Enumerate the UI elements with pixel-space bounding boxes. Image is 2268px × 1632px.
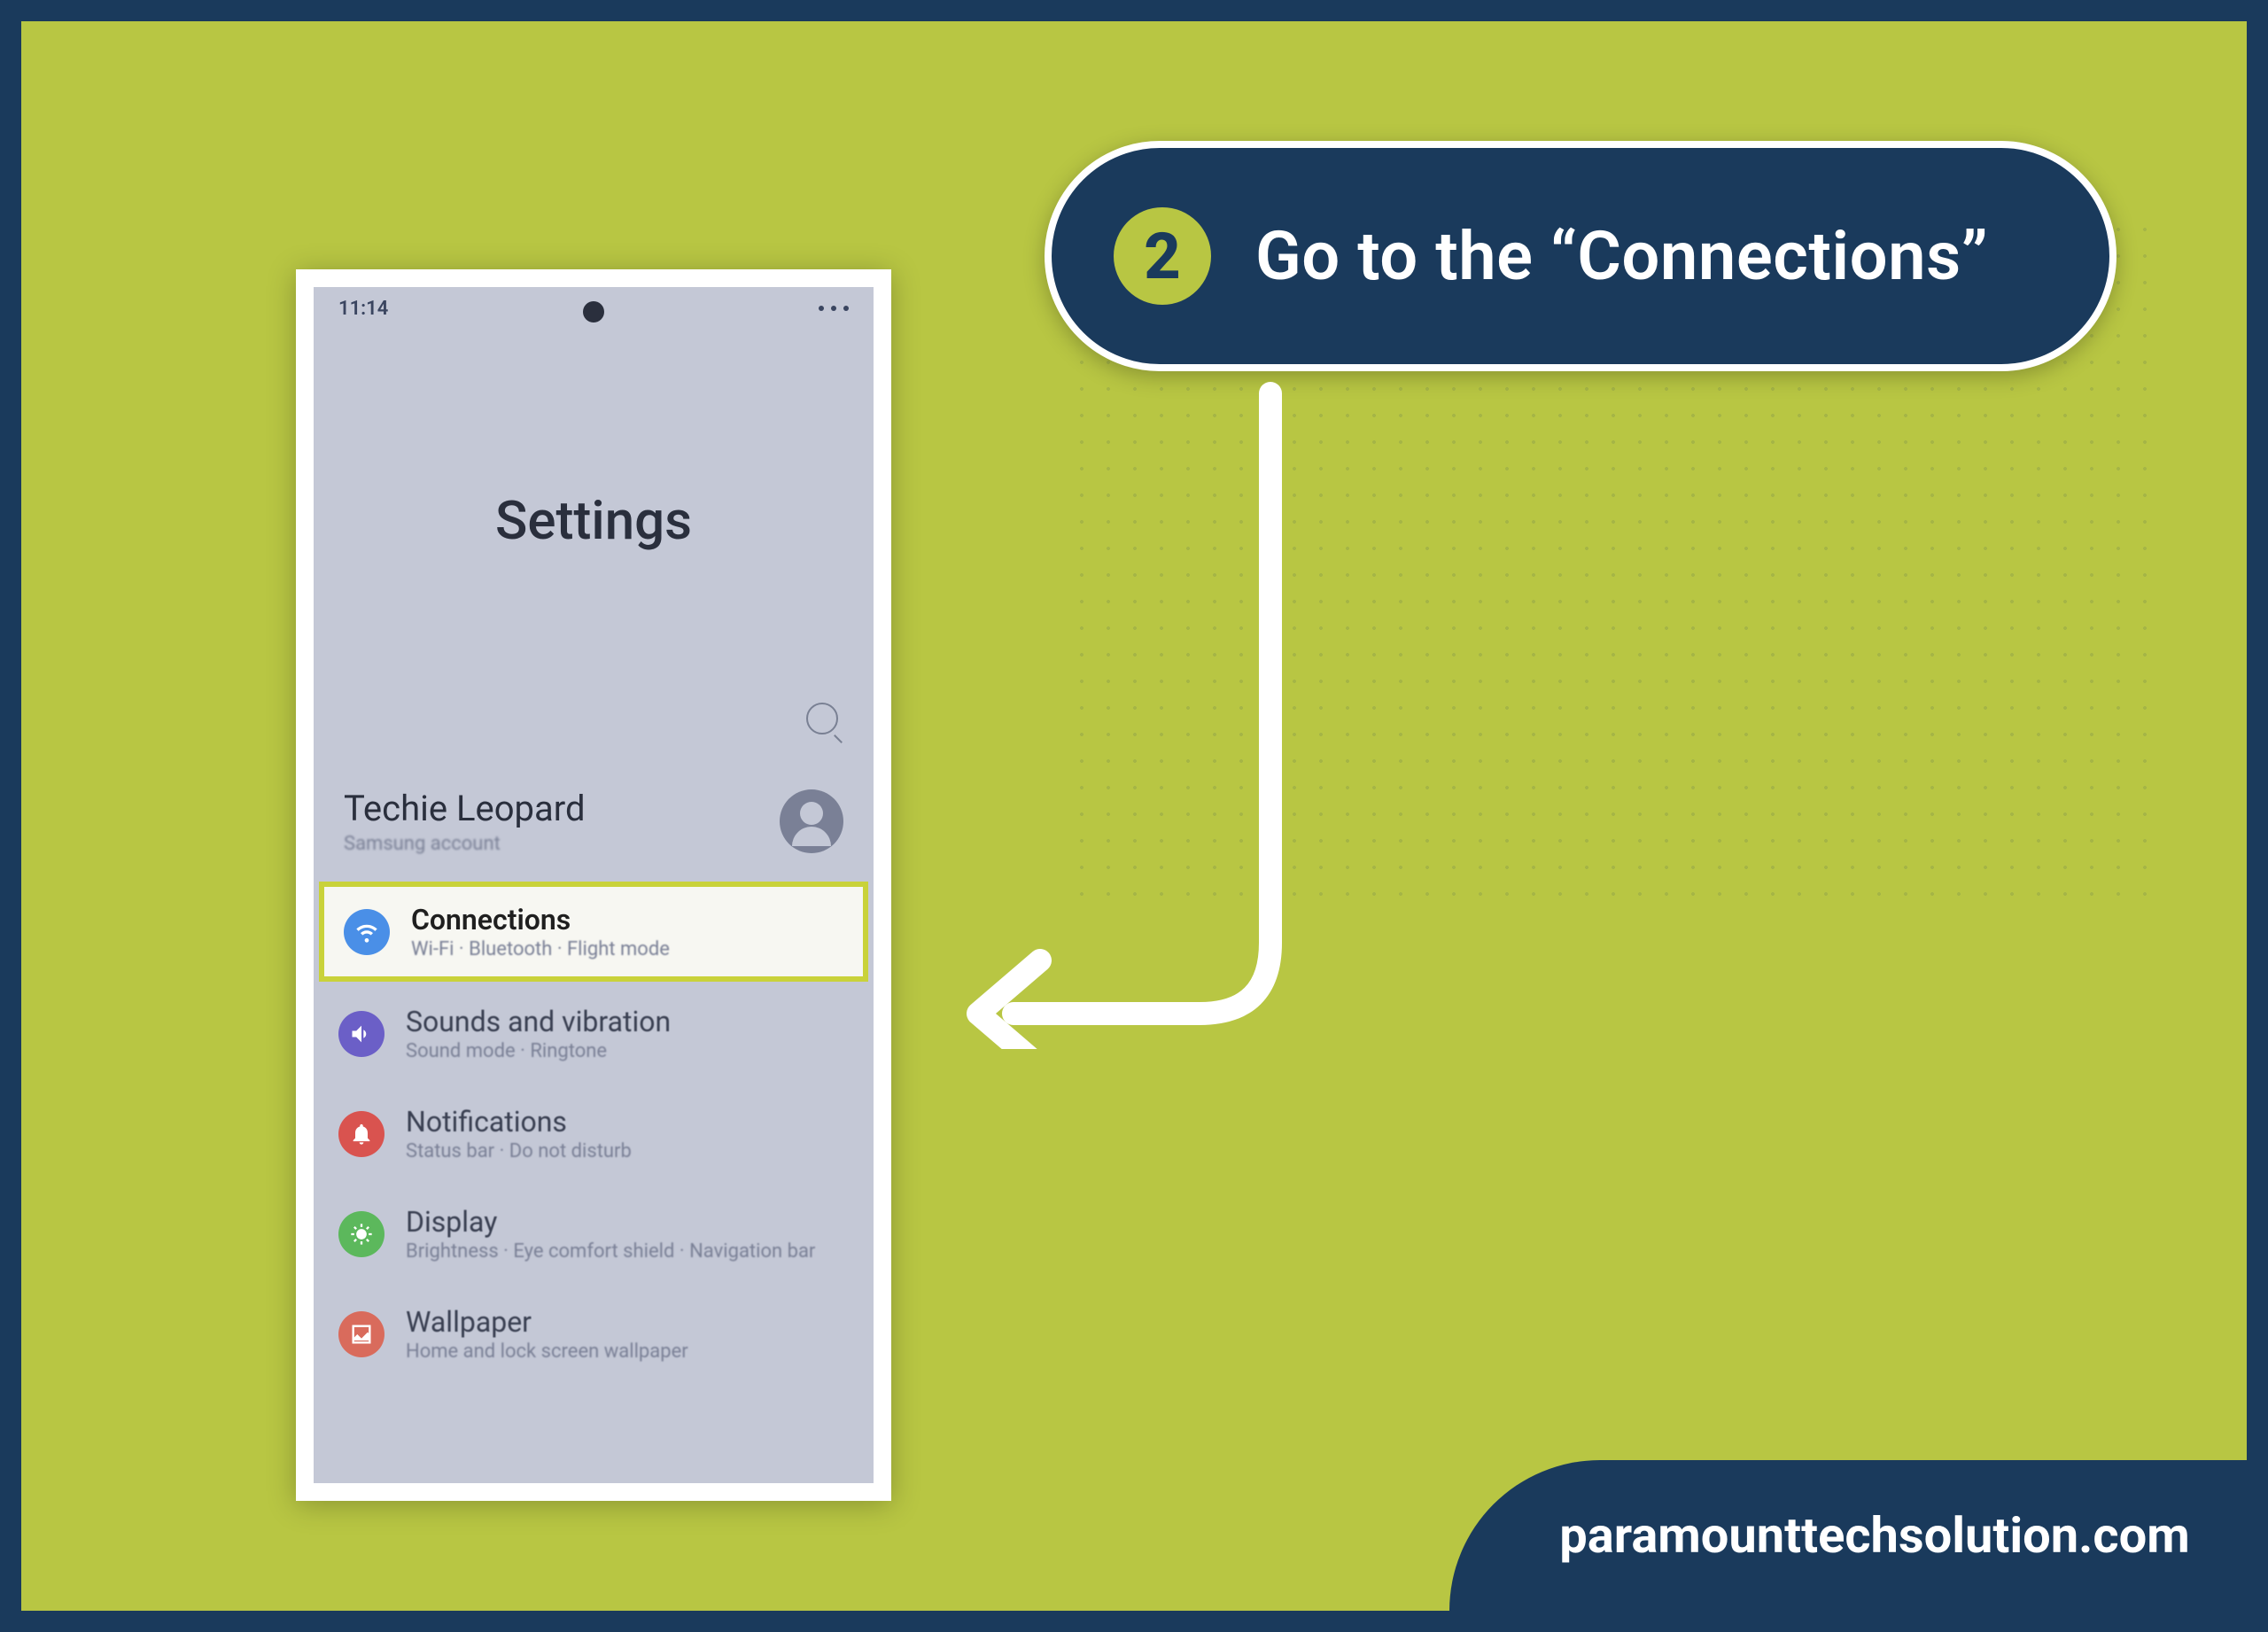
setting-title: Display (406, 1205, 815, 1239)
avatar[interactable] (780, 789, 843, 853)
setting-subtitle: Status bar · Do not disturb (406, 1140, 632, 1162)
setting-subtitle: Wi-Fi · Bluetooth · Flight mode (411, 938, 670, 960)
notif-icon (338, 1111, 384, 1157)
setting-subtitle: Sound mode · Ringtone (406, 1040, 671, 1062)
callout-text: Go to the “Connections” (1255, 216, 1988, 296)
setting-title: Connections (411, 903, 670, 936)
step-callout: 2 Go to the “Connections” (1045, 141, 2117, 371)
wallpaper-icon (338, 1311, 384, 1357)
setting-item-display[interactable]: DisplayBrightness · Eye comfort shield ·… (314, 1184, 874, 1284)
page-title: Settings (314, 489, 874, 552)
settings-list: ConnectionsWi-Fi · Bluetooth · Flight mo… (314, 882, 874, 1384)
setting-subtitle: Brightness · Eye comfort shield · Naviga… (406, 1240, 815, 1263)
setting-subtitle: Home and lock screen wallpaper (406, 1341, 688, 1363)
search-icon[interactable] (806, 703, 838, 734)
wifi-icon (344, 909, 390, 955)
setting-item-wallpaper[interactable]: WallpaperHome and lock screen wallpaper (314, 1284, 874, 1384)
account-name: Techie Leopard (344, 788, 586, 829)
status-bar: 11:14 (314, 287, 874, 330)
setting-item-sounds-and-vibration[interactable]: Sounds and vibrationSound mode · Rington… (314, 983, 874, 1084)
footer-corner: paramounttechsolution.com (1449, 1460, 2247, 1611)
phone-screen: 11:14 Settings Techie Leopard Samsung ac… (314, 287, 874, 1483)
slide-frame: 2 Go to the “Connections” 11:14 Settings… (0, 0, 2268, 1632)
status-time: 11:14 (338, 298, 388, 320)
footer-url: paramounttechsolution.com (1559, 1506, 2189, 1565)
sound-icon (338, 1011, 384, 1057)
setting-item-notifications[interactable]: NotificationsStatus bar · Do not disturb (314, 1084, 874, 1184)
account-row[interactable]: Techie Leopard Samsung account (314, 770, 874, 880)
setting-item-connections[interactable]: ConnectionsWi-Fi · Bluetooth · Flight mo… (319, 882, 868, 982)
setting-title: Notifications (406, 1105, 632, 1139)
display-icon (338, 1211, 384, 1257)
step-number-badge: 2 (1114, 207, 1211, 305)
phone-mockup: 11:14 Settings Techie Leopard Samsung ac… (296, 269, 891, 1501)
account-subtitle: Samsung account (344, 833, 586, 855)
front-camera-icon (583, 301, 604, 323)
setting-title: Sounds and vibration (406, 1005, 671, 1038)
setting-title: Wallpaper (406, 1305, 688, 1339)
